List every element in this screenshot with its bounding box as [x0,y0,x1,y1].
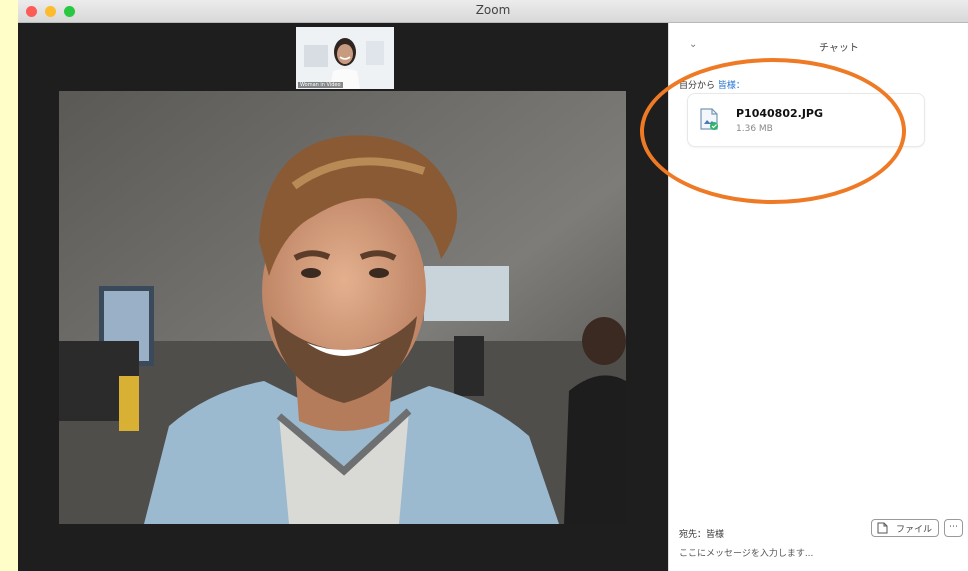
chat-message-input[interactable] [679,545,959,563]
chat-panel: ⌄ チャット 自分から 皆様： P1040802.JPG 1.36 MB 宛先：… [668,23,968,571]
document-icon [877,522,888,534]
main-speaker-video[interactable] [59,91,626,524]
window-titlebar: Zoom [18,0,968,23]
participant-name: Woman in Video [298,82,343,88]
speaker-video-image [59,91,626,524]
recipient-selector[interactable]: 宛先：皆様 [679,527,724,540]
window-title: Zoom [475,3,511,17]
video-stage: Woman in Video [18,23,668,571]
file-button[interactable]: ファイル [871,519,939,537]
message-sender-line: 自分から 皆様： [679,78,745,91]
recipient-link[interactable]: 皆様： [718,81,745,91]
file-button-label: ファイル [896,525,933,535]
zoom-window: Zoom Woman in Video ⌄ チャット 自分から 皆様： P104… [18,0,968,571]
image-file-icon [700,108,718,130]
chat-title: チャット [819,43,859,54]
more-options-button[interactable]: ⋯ [944,519,963,537]
file-size: 1.36 MB [736,124,773,134]
sender-prefix: 自分から [679,81,716,91]
chevron-down-icon[interactable]: ⌄ [689,39,697,50]
file-name: P1040802.JPG [736,107,824,120]
shared-file-card[interactable]: P1040802.JPG 1.36 MB [687,93,925,147]
participant-thumbnail[interactable]: Woman in Video [296,27,394,89]
participant-thumbnail-image [296,27,394,89]
